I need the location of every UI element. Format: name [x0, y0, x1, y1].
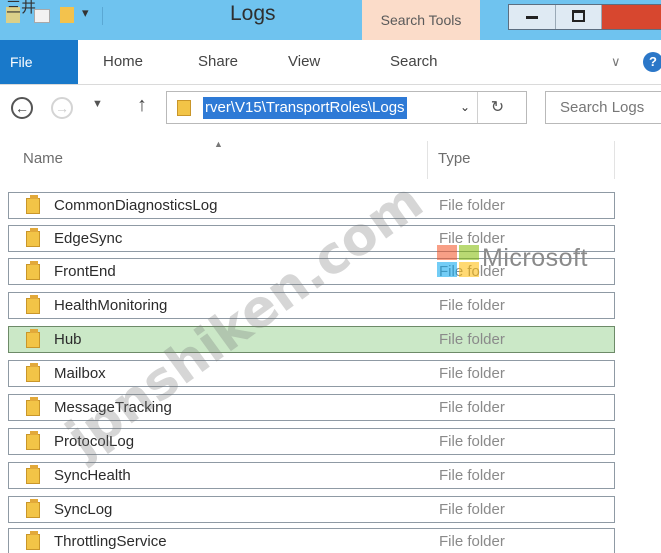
logo-square-red	[437, 245, 457, 260]
file-type: File folder	[439, 433, 505, 450]
ribbon-tabs: File Home Share View Search ∨ ?	[0, 40, 661, 85]
forward-icon[interactable]: →	[51, 97, 73, 119]
column-divider[interactable]	[614, 141, 615, 179]
list-item[interactable]: Mailbox File folder	[8, 360, 615, 387]
file-name: CommonDiagnosticsLog	[54, 197, 218, 214]
help-icon[interactable]: ?	[643, 52, 661, 72]
logo-square-yellow	[459, 262, 479, 277]
list-item[interactable]: SyncHealth File folder	[8, 462, 615, 489]
folder-icon	[26, 531, 40, 550]
minimize-button[interactable]	[509, 5, 555, 29]
tab-search[interactable]: Search	[390, 40, 438, 84]
microsoft-brand-text: Microsoft	[482, 244, 588, 272]
file-name: Hub	[54, 331, 82, 348]
folder-icon	[26, 397, 40, 416]
title-bar: ▾ Logs Search Tools	[0, 0, 661, 40]
customize-quick-access-icon[interactable]: ▾	[82, 5, 89, 21]
expand-ribbon-icon[interactable]: ∨	[611, 54, 621, 70]
close-button[interactable]	[601, 5, 661, 29]
file-type: File folder	[439, 331, 505, 348]
folder-icon	[26, 499, 40, 518]
corner-text: 三井	[6, 0, 37, 16]
minimize-icon	[526, 16, 538, 19]
file-type: File folder	[439, 399, 505, 416]
file-name: FrontEnd	[54, 263, 116, 280]
window-title: Logs	[230, 2, 276, 25]
file-type: File folder	[439, 501, 505, 518]
tab-share[interactable]: Share	[198, 40, 238, 84]
tab-file[interactable]: File	[0, 40, 78, 84]
maximize-button[interactable]	[555, 5, 601, 29]
file-type: File folder	[439, 467, 505, 484]
folder-icon	[26, 295, 40, 314]
tab-view[interactable]: View	[288, 40, 320, 84]
folder-icon	[26, 261, 40, 280]
list-item[interactable]: SyncLog File folder	[8, 496, 615, 523]
quick-access-divider	[102, 7, 103, 25]
logo-square-green	[459, 245, 479, 260]
search-input[interactable]: Search Logs	[545, 91, 661, 124]
up-arrow-icon[interactable]: ↑	[137, 94, 147, 117]
properties-icon[interactable]	[34, 9, 50, 23]
logo-square-blue	[437, 262, 457, 277]
file-name: Mailbox	[54, 365, 106, 382]
tab-home[interactable]: Home	[103, 40, 143, 84]
list-item[interactable]: ThrottlingService File folder	[8, 528, 615, 553]
file-name: HealthMonitoring	[54, 297, 168, 314]
back-icon[interactable]: ←	[11, 97, 33, 119]
column-header-name[interactable]: Name	[23, 150, 63, 167]
file-name: EdgeSync	[54, 230, 123, 247]
folder-icon	[26, 329, 40, 348]
file-type: File folder	[439, 365, 505, 382]
new-folder-icon[interactable]	[60, 7, 74, 23]
folder-icon	[177, 100, 191, 116]
file-name: SyncLog	[54, 501, 113, 518]
microsoft-logo-icon	[437, 245, 481, 279]
file-name: ThrottlingService	[54, 533, 167, 550]
file-type: File folder	[439, 533, 505, 550]
window-controls	[508, 4, 661, 30]
list-item[interactable]: CommonDiagnosticsLog File folder	[8, 192, 615, 219]
refresh-icon[interactable]: ↻	[477, 92, 517, 123]
folder-icon	[26, 363, 40, 382]
column-headers: ▲ Name Type	[0, 131, 661, 183]
search-tools-context-tab[interactable]: Search Tools	[362, 0, 480, 40]
navigation-bar: ← → ▼ ↑ rver\V15\TransportRoles\Logs ⌄ ↻…	[0, 85, 661, 131]
sort-ascending-icon: ▲	[214, 139, 223, 149]
recent-locations-icon[interactable]: ▼	[92, 98, 103, 110]
explorer-window: ▾ Logs Search Tools 三井 File Home Share V…	[0, 0, 661, 553]
folder-icon	[26, 195, 40, 214]
list-item-selected[interactable]: Hub File folder	[8, 326, 615, 353]
file-type: File folder	[439, 297, 505, 314]
address-history-icon[interactable]: ⌄	[453, 92, 477, 123]
address-path[interactable]: rver\V15\TransportRoles\Logs	[203, 97, 407, 119]
address-bar[interactable]: rver\V15\TransportRoles\Logs ⌄ ↻	[166, 91, 527, 124]
maximize-icon	[572, 10, 585, 22]
folder-icon	[26, 228, 40, 247]
